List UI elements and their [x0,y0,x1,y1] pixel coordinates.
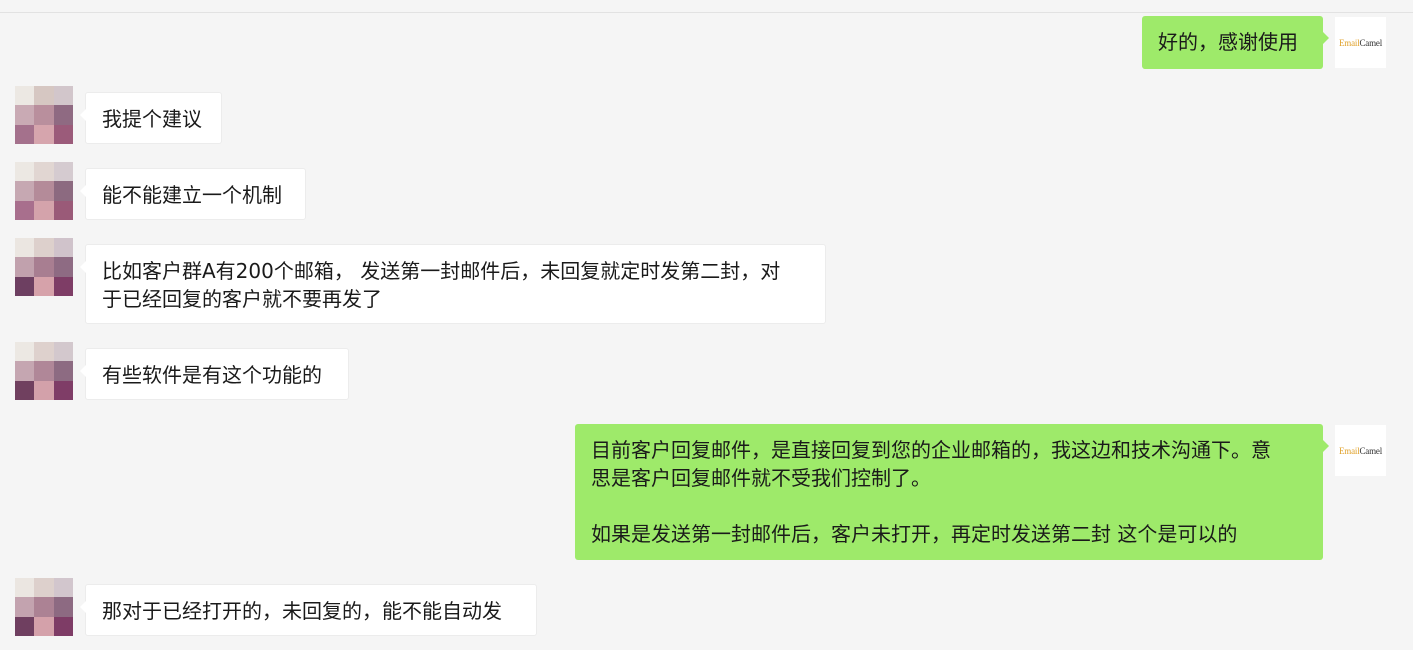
avatar-brand-camel: Camel [1359,445,1383,456]
self-avatar[interactable]: Email Camel [1335,425,1386,476]
contact-avatar[interactable] [15,86,73,144]
incoming-message-bubble[interactable]: 有些软件是有这个功能的 [80,348,349,400]
contact-avatar[interactable] [15,162,73,220]
incoming-message-bubble[interactable]: 比如客户群A有200个邮箱， 发送第一封邮件后，未回复就定时发第二封，对 于已经… [80,244,826,324]
avatar-brand-email: Email [1339,37,1360,48]
self-avatar[interactable]: Email Camel [1335,17,1386,68]
incoming-message-bubble[interactable]: 那对于已经打开的，未回复的，能不能自动发 [80,584,537,636]
contact-avatar[interactable] [15,238,73,296]
outgoing-message-bubble[interactable]: 好的，感谢使用 [1142,16,1329,69]
avatar-brand-camel: Camel [1359,37,1383,48]
contact-avatar[interactable] [15,578,73,636]
avatar-brand-email: Email [1339,445,1360,456]
top-divider [0,12,1413,13]
outgoing-message-bubble[interactable]: 目前客户回复邮件，是直接回复到您的企业邮箱的，我这边和技术沟通下。意 思是客户回… [575,424,1329,560]
incoming-message-bubble[interactable]: 我提个建议 [80,92,222,144]
contact-avatar[interactable] [15,342,73,400]
incoming-message-bubble[interactable]: 能不能建立一个机制 [80,168,306,220]
